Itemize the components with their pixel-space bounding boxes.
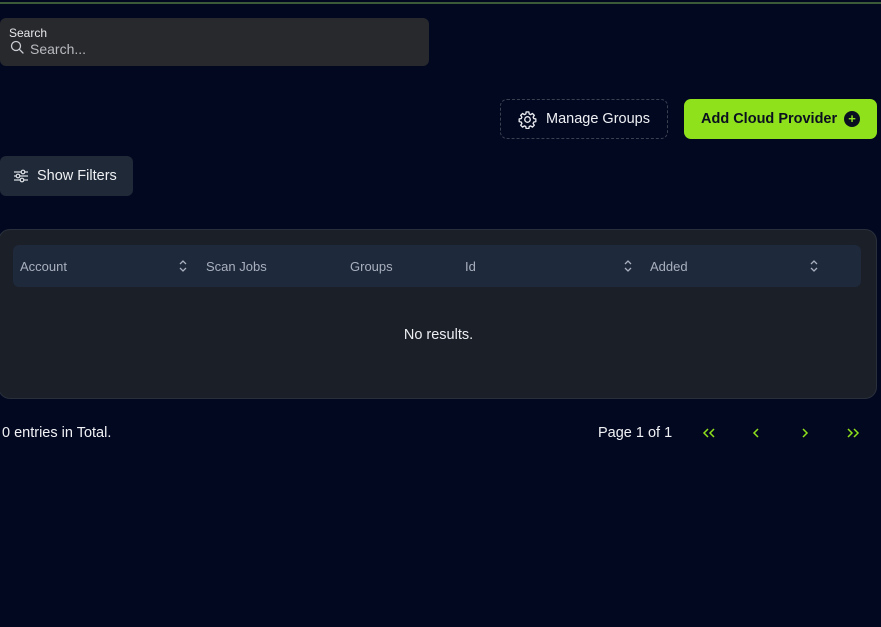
- add-cloud-provider-button[interactable]: Add Cloud Provider +: [684, 99, 877, 139]
- column-header-scan-jobs: Scan Jobs: [206, 245, 267, 287]
- table-header-row: Account Scan Jobs Groups Id Added: [13, 245, 861, 287]
- column-header-added[interactable]: Added: [650, 245, 688, 287]
- search-icon: [10, 40, 24, 54]
- top-accent-line: [0, 2, 881, 4]
- column-label: Groups: [350, 258, 393, 274]
- column-header-account[interactable]: Account: [20, 245, 67, 287]
- empty-state-text: No results.: [403, 327, 474, 343]
- double-chevron-left-icon: [702, 428, 715, 438]
- first-page-button[interactable]: [698, 422, 720, 444]
- manage-groups-button[interactable]: Manage Groups: [500, 99, 668, 139]
- search-label: Search: [9, 26, 48, 40]
- providers-table: Account Scan Jobs Groups Id Added No res…: [0, 229, 877, 399]
- search-box[interactable]: Search: [0, 18, 429, 66]
- sliders-icon: [14, 169, 28, 183]
- column-header-groups: Groups: [350, 245, 393, 287]
- show-filters-button[interactable]: Show Filters: [0, 156, 133, 196]
- column-header-id[interactable]: Id: [465, 245, 476, 287]
- last-page-button[interactable]: [842, 422, 864, 444]
- column-label: Scan Jobs: [206, 258, 267, 274]
- chevron-left-icon: [752, 428, 759, 438]
- next-page-button[interactable]: [794, 422, 816, 444]
- search-input[interactable]: [30, 40, 410, 58]
- show-filters-label: Show Filters: [37, 168, 117, 184]
- column-label: Account: [20, 258, 67, 274]
- page: Search Manage Groups Add Cloud Provider …: [0, 0, 881, 627]
- sort-added-icon[interactable]: [808, 259, 820, 273]
- total-entries: 0 entries in Total.: [2, 425, 112, 441]
- double-chevron-right-icon: [847, 428, 860, 438]
- chevron-right-icon: [802, 428, 809, 438]
- manage-groups-label: Manage Groups: [546, 111, 650, 127]
- previous-page-button[interactable]: [745, 422, 767, 444]
- sort-id-icon[interactable]: [622, 259, 634, 273]
- sort-account-icon[interactable]: [177, 259, 189, 273]
- gear-icon: [518, 110, 537, 129]
- column-label: Id: [465, 258, 476, 274]
- plus-circle-icon: +: [844, 111, 860, 127]
- add-cloud-provider-label: Add Cloud Provider: [701, 111, 838, 127]
- column-label: Added: [650, 258, 688, 274]
- page-indicator: Page 1 of 1: [598, 425, 673, 441]
